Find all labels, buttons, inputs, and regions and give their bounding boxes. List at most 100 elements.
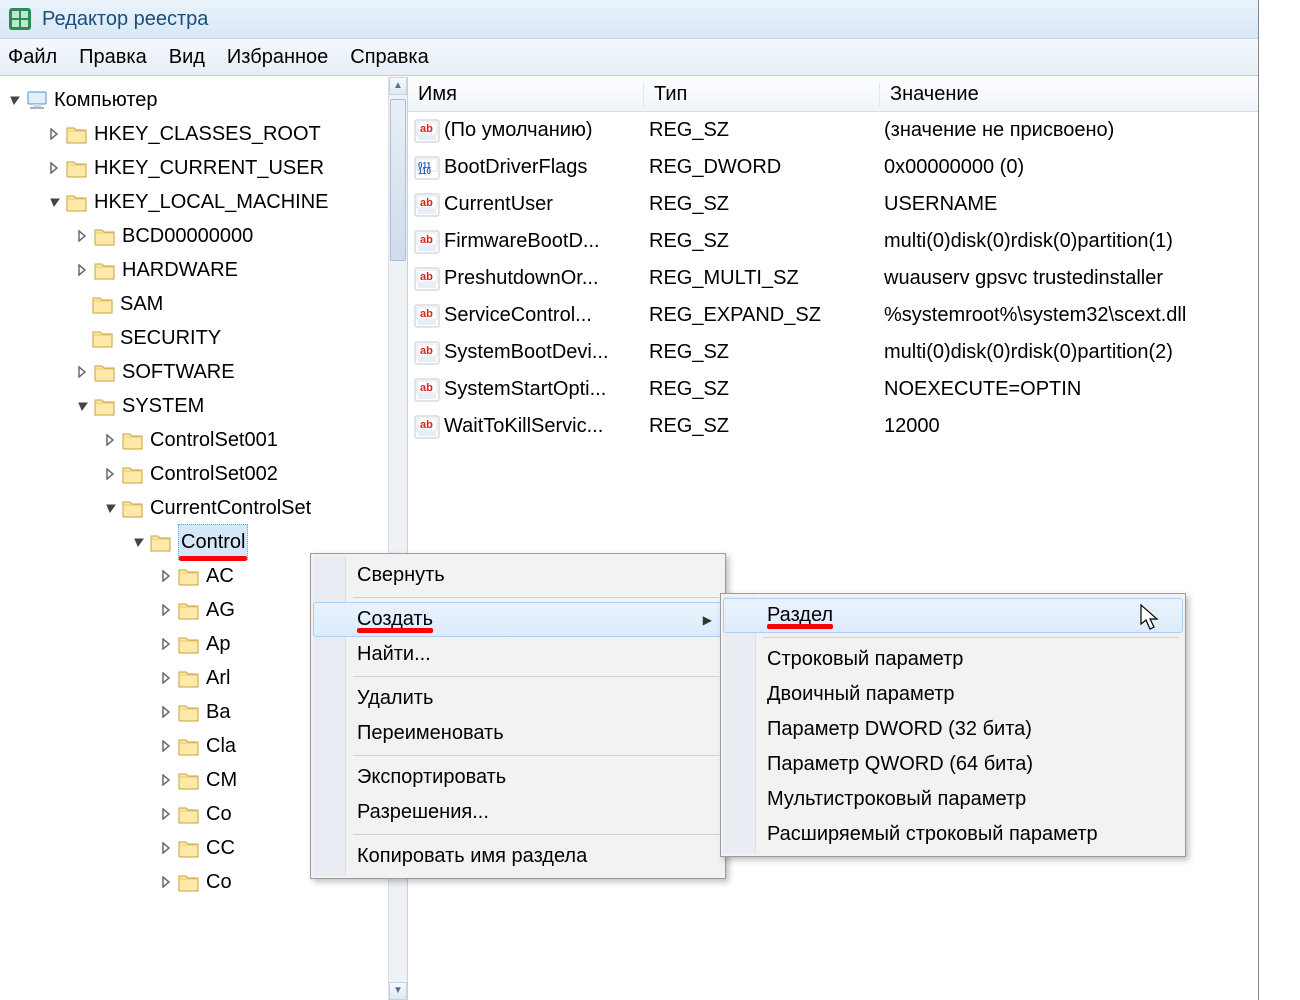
ctx-collapse[interactable]: Свернуть [313, 558, 723, 593]
folder-icon [178, 668, 200, 688]
expander-open-icon[interactable] [132, 535, 146, 549]
value-row[interactable]: PreshutdownOr...REG_MULTI_SZwuauserv gps… [408, 260, 1258, 297]
folder-icon [122, 430, 144, 450]
value-row[interactable]: SystemStartOpti...REG_SZ NOEXECUTE=OPTIN [408, 371, 1258, 408]
expander-closed-icon[interactable] [104, 433, 118, 447]
tree-label: Co [206, 865, 232, 899]
tree-label: Cla [206, 729, 236, 763]
value-type: REG_SZ [639, 415, 874, 438]
value-row[interactable]: ServiceControl...REG_EXPAND_SZ%systemroo… [408, 297, 1258, 334]
value-row[interactable]: FirmwareBootD...REG_SZmulti(0)disk(0)rdi… [408, 223, 1258, 260]
string-value-icon [414, 193, 440, 217]
value-type: REG_SZ [639, 341, 874, 364]
menu-help[interactable]: Справка [350, 46, 428, 69]
tree-label: HKEY_CURRENT_USER [94, 151, 324, 185]
expander-closed-icon[interactable] [76, 263, 90, 277]
expander-closed-icon[interactable] [160, 773, 174, 787]
menu-view[interactable]: Вид [169, 46, 205, 69]
tree-node-system[interactable]: SYSTEM [8, 389, 388, 423]
ctx-new-string[interactable]: Строковый параметр [723, 642, 1183, 677]
expander-closed-icon[interactable] [160, 875, 174, 889]
tree-node-sam[interactable]: SAM [8, 287, 388, 321]
expander-closed-icon[interactable] [160, 569, 174, 583]
expander-closed-icon[interactable] [48, 161, 62, 175]
tree-node-bcd[interactable]: BCD00000000 [8, 219, 388, 253]
ctx-label: Расширяемый строковый параметр [767, 823, 1098, 845]
expander-closed-icon[interactable] [76, 365, 90, 379]
scroll-up-icon[interactable]: ▲ [389, 77, 407, 95]
scroll-thumb[interactable] [390, 99, 406, 261]
tree-node-hkcr[interactable]: HKEY_CLASSES_ROOT [8, 117, 388, 151]
context-menu-main: Свернуть Создать ▶ Найти... Удалить Пере… [310, 553, 726, 879]
value-row[interactable]: BootDriverFlagsREG_DWORD0x00000000 (0) [408, 149, 1258, 186]
tree-node-controlset002[interactable]: ControlSet002 [8, 457, 388, 491]
tree-label: AC [206, 559, 234, 593]
value-row[interactable]: SystemBootDevi...REG_SZmulti(0)disk(0)rd… [408, 334, 1258, 371]
expander-open-icon[interactable] [76, 399, 90, 413]
folder-icon [122, 498, 144, 518]
expander-open-icon[interactable] [104, 501, 118, 515]
ctx-separator [763, 637, 1179, 638]
expander-closed-icon[interactable] [160, 841, 174, 855]
value-row[interactable]: WaitToKillServic...REG_SZ12000 [408, 408, 1258, 445]
folder-icon [178, 838, 200, 858]
column-type-header[interactable]: Тип [644, 83, 880, 106]
tree-node-hklm[interactable]: HKEY_LOCAL_MACHINE [8, 185, 388, 219]
expander-open-icon[interactable] [8, 93, 22, 107]
ctx-permissions[interactable]: Разрешения... [313, 795, 723, 830]
folder-icon [178, 702, 200, 722]
menu-favorites[interactable]: Избранное [227, 46, 328, 69]
value-data: wuauserv gpsvc trustedinstaller [874, 267, 1258, 290]
expander-closed-icon[interactable] [160, 807, 174, 821]
ctx-delete[interactable]: Удалить [313, 681, 723, 716]
ctx-copy-key-name[interactable]: Копировать имя раздела [313, 839, 723, 874]
expander-closed-icon[interactable] [160, 671, 174, 685]
expander-closed-icon[interactable] [160, 739, 174, 753]
value-name: FirmwareBootD... [444, 230, 639, 253]
expander-closed-icon[interactable] [160, 603, 174, 617]
tree-node-hardware[interactable]: HARDWARE [8, 253, 388, 287]
ctx-new-expandstring[interactable]: Расширяемый строковый параметр [723, 817, 1183, 852]
tree-node-currentcontrolset[interactable]: CurrentControlSet [8, 491, 388, 525]
tree-label: BCD00000000 [122, 219, 253, 253]
ctx-new-binary[interactable]: Двоичный параметр [723, 677, 1183, 712]
value-type: REG_SZ [639, 230, 874, 253]
binary-value-icon [414, 156, 440, 180]
expander-closed-icon[interactable] [160, 637, 174, 651]
ctx-new-key[interactable]: Раздел [723, 598, 1183, 633]
value-row[interactable]: CurrentUserREG_SZUSERNAME [408, 186, 1258, 223]
expander-closed-icon[interactable] [160, 705, 174, 719]
ctx-new-multistring[interactable]: Мультистроковый параметр [723, 782, 1183, 817]
menubar: Файл Правка Вид Избранное Справка [0, 39, 1258, 76]
tree-node-software[interactable]: SOFTWARE [8, 355, 388, 389]
tree-node-security[interactable]: SECURITY [8, 321, 388, 355]
ctx-separator [353, 755, 719, 756]
ctx-new-dword[interactable]: Параметр DWORD (32 бита) [723, 712, 1183, 747]
expander-closed-icon[interactable] [104, 467, 118, 481]
ctx-rename[interactable]: Переименовать [313, 716, 723, 751]
column-name-header[interactable]: Имя [408, 83, 644, 106]
ctx-new-qword[interactable]: Параметр QWORD (64 бита) [723, 747, 1183, 782]
menu-file[interactable]: Файл [8, 46, 57, 69]
expander-open-icon[interactable] [48, 195, 62, 209]
value-data: 0x00000000 (0) [874, 156, 1258, 179]
ctx-export[interactable]: Экспортировать [313, 760, 723, 795]
menu-edit[interactable]: Правка [79, 46, 147, 69]
tree-label: SECURITY [120, 321, 221, 355]
tree-node-hkcu[interactable]: HKEY_CURRENT_USER [8, 151, 388, 185]
string-value-icon [414, 267, 440, 291]
value-data: NOEXECUTE=OPTIN [874, 378, 1258, 401]
value-row[interactable]: (По умолчанию)REG_SZ(значение не присвое… [408, 112, 1258, 149]
tree-node-computer[interactable]: Компьютер [8, 83, 388, 117]
ctx-find[interactable]: Найти... [313, 637, 723, 672]
tree-label: Ba [206, 695, 230, 729]
ctx-label: Строковый параметр [767, 648, 963, 670]
scroll-down-icon[interactable]: ▼ [389, 982, 407, 1000]
folder-icon [94, 362, 116, 382]
expander-closed-icon[interactable] [48, 127, 62, 141]
expander-closed-icon[interactable] [76, 229, 90, 243]
ctx-new[interactable]: Создать ▶ [313, 602, 723, 637]
column-value-header[interactable]: Значение [880, 83, 1258, 106]
string-value-icon [414, 378, 440, 402]
tree-node-controlset001[interactable]: ControlSet001 [8, 423, 388, 457]
